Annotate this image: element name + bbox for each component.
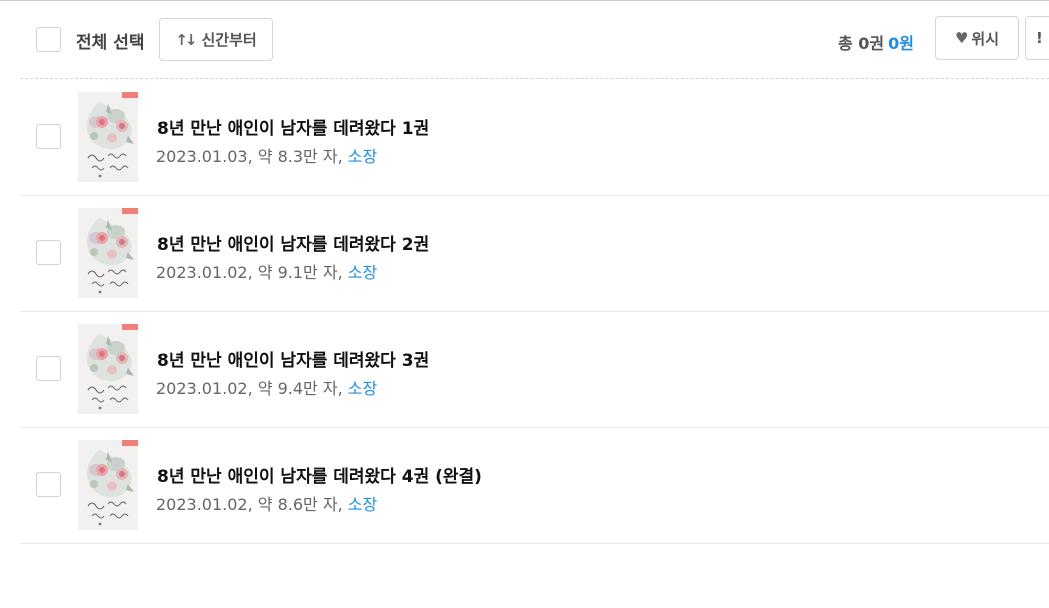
wish-button[interactable]: ♥ 위시 bbox=[935, 16, 1019, 60]
book-row: 8년 만난 애인이 남자를 데려왔다 2권 2023.01.02, 약 9.1만… bbox=[20, 196, 1049, 312]
book-date: 2023.01.03 bbox=[156, 147, 248, 166]
sort-label: 신간부터 bbox=[201, 31, 257, 49]
book-length: 약 9.1만 자 bbox=[257, 263, 338, 282]
book-length: 약 9.4만 자 bbox=[257, 379, 338, 398]
book-date: 2023.01.02 bbox=[156, 263, 248, 282]
book-status: 소장 bbox=[347, 379, 378, 398]
book-checkbox[interactable] bbox=[36, 124, 61, 149]
book-row: 8년 만난 애인이 남자를 데려왔다 1권 2023.01.03, 약 8.3만… bbox=[20, 80, 1049, 196]
select-all-label[interactable]: 전체 선택 bbox=[76, 28, 144, 53]
book-meta: 2023.01.02, 약 9.4만 자, 소장 bbox=[156, 379, 378, 398]
book-length: 약 8.6만 자 bbox=[257, 495, 338, 514]
book-row: 8년 만난 애인이 남자를 데려왔다 3권 2023.01.02, 약 9.4만… bbox=[20, 312, 1049, 428]
toolbar: 전체 선택 ↑↓ 신간부터 총 0권 0원 ♥ 위시 ! bbox=[20, 1, 1049, 79]
book-title[interactable]: 8년 만난 애인이 남자를 데려왔다 1권 bbox=[157, 114, 429, 139]
book-cover[interactable] bbox=[78, 324, 138, 414]
truncated-button-label: ! bbox=[1036, 29, 1043, 47]
total-count: 총 0권 bbox=[838, 34, 885, 53]
book-meta: 2023.01.02, 약 8.6만 자, 소장 bbox=[156, 495, 378, 514]
heart-icon: ♥ bbox=[954, 29, 969, 47]
book-date: 2023.01.02 bbox=[156, 379, 248, 398]
book-checkbox[interactable] bbox=[36, 472, 61, 497]
book-meta: 2023.01.03, 약 8.3만 자, 소장 bbox=[156, 147, 378, 166]
book-cover[interactable] bbox=[78, 440, 138, 530]
book-status: 소장 bbox=[347, 495, 378, 514]
select-all-checkbox[interactable] bbox=[36, 27, 61, 52]
book-date: 2023.01.02 bbox=[156, 495, 248, 514]
book-checkbox[interactable] bbox=[36, 240, 61, 265]
sort-arrows-icon: ↑↓ bbox=[175, 30, 197, 49]
book-meta: 2023.01.02, 약 9.1만 자, 소장 bbox=[156, 263, 378, 282]
book-row: 8년 만난 애인이 남자를 데려왔다 4권 (완결) 2023.01.02, 약… bbox=[20, 428, 1049, 544]
total-summary: 총 0권 0원 bbox=[838, 30, 914, 54]
book-title[interactable]: 8년 만난 애인이 남자를 데려왔다 4권 (완결) bbox=[157, 462, 482, 487]
book-title[interactable]: 8년 만난 애인이 남자를 데려왔다 2권 bbox=[157, 230, 429, 255]
book-cover[interactable] bbox=[78, 208, 138, 298]
book-status: 소장 bbox=[347, 263, 378, 282]
book-length: 약 8.3만 자 bbox=[257, 147, 338, 166]
sort-button[interactable]: ↑↓ 신간부터 bbox=[159, 18, 273, 61]
total-price: 0원 bbox=[888, 34, 915, 53]
book-title[interactable]: 8년 만난 애인이 남자를 데려왔다 3권 bbox=[157, 346, 429, 371]
wish-label: 위시 bbox=[971, 29, 1000, 48]
book-checkbox[interactable] bbox=[36, 356, 61, 381]
book-status: 소장 bbox=[347, 147, 378, 166]
book-list: 8년 만난 애인이 남자를 데려왔다 1권 2023.01.03, 약 8.3만… bbox=[20, 80, 1049, 544]
book-cover[interactable] bbox=[78, 92, 138, 182]
truncated-button[interactable]: ! bbox=[1025, 16, 1049, 60]
